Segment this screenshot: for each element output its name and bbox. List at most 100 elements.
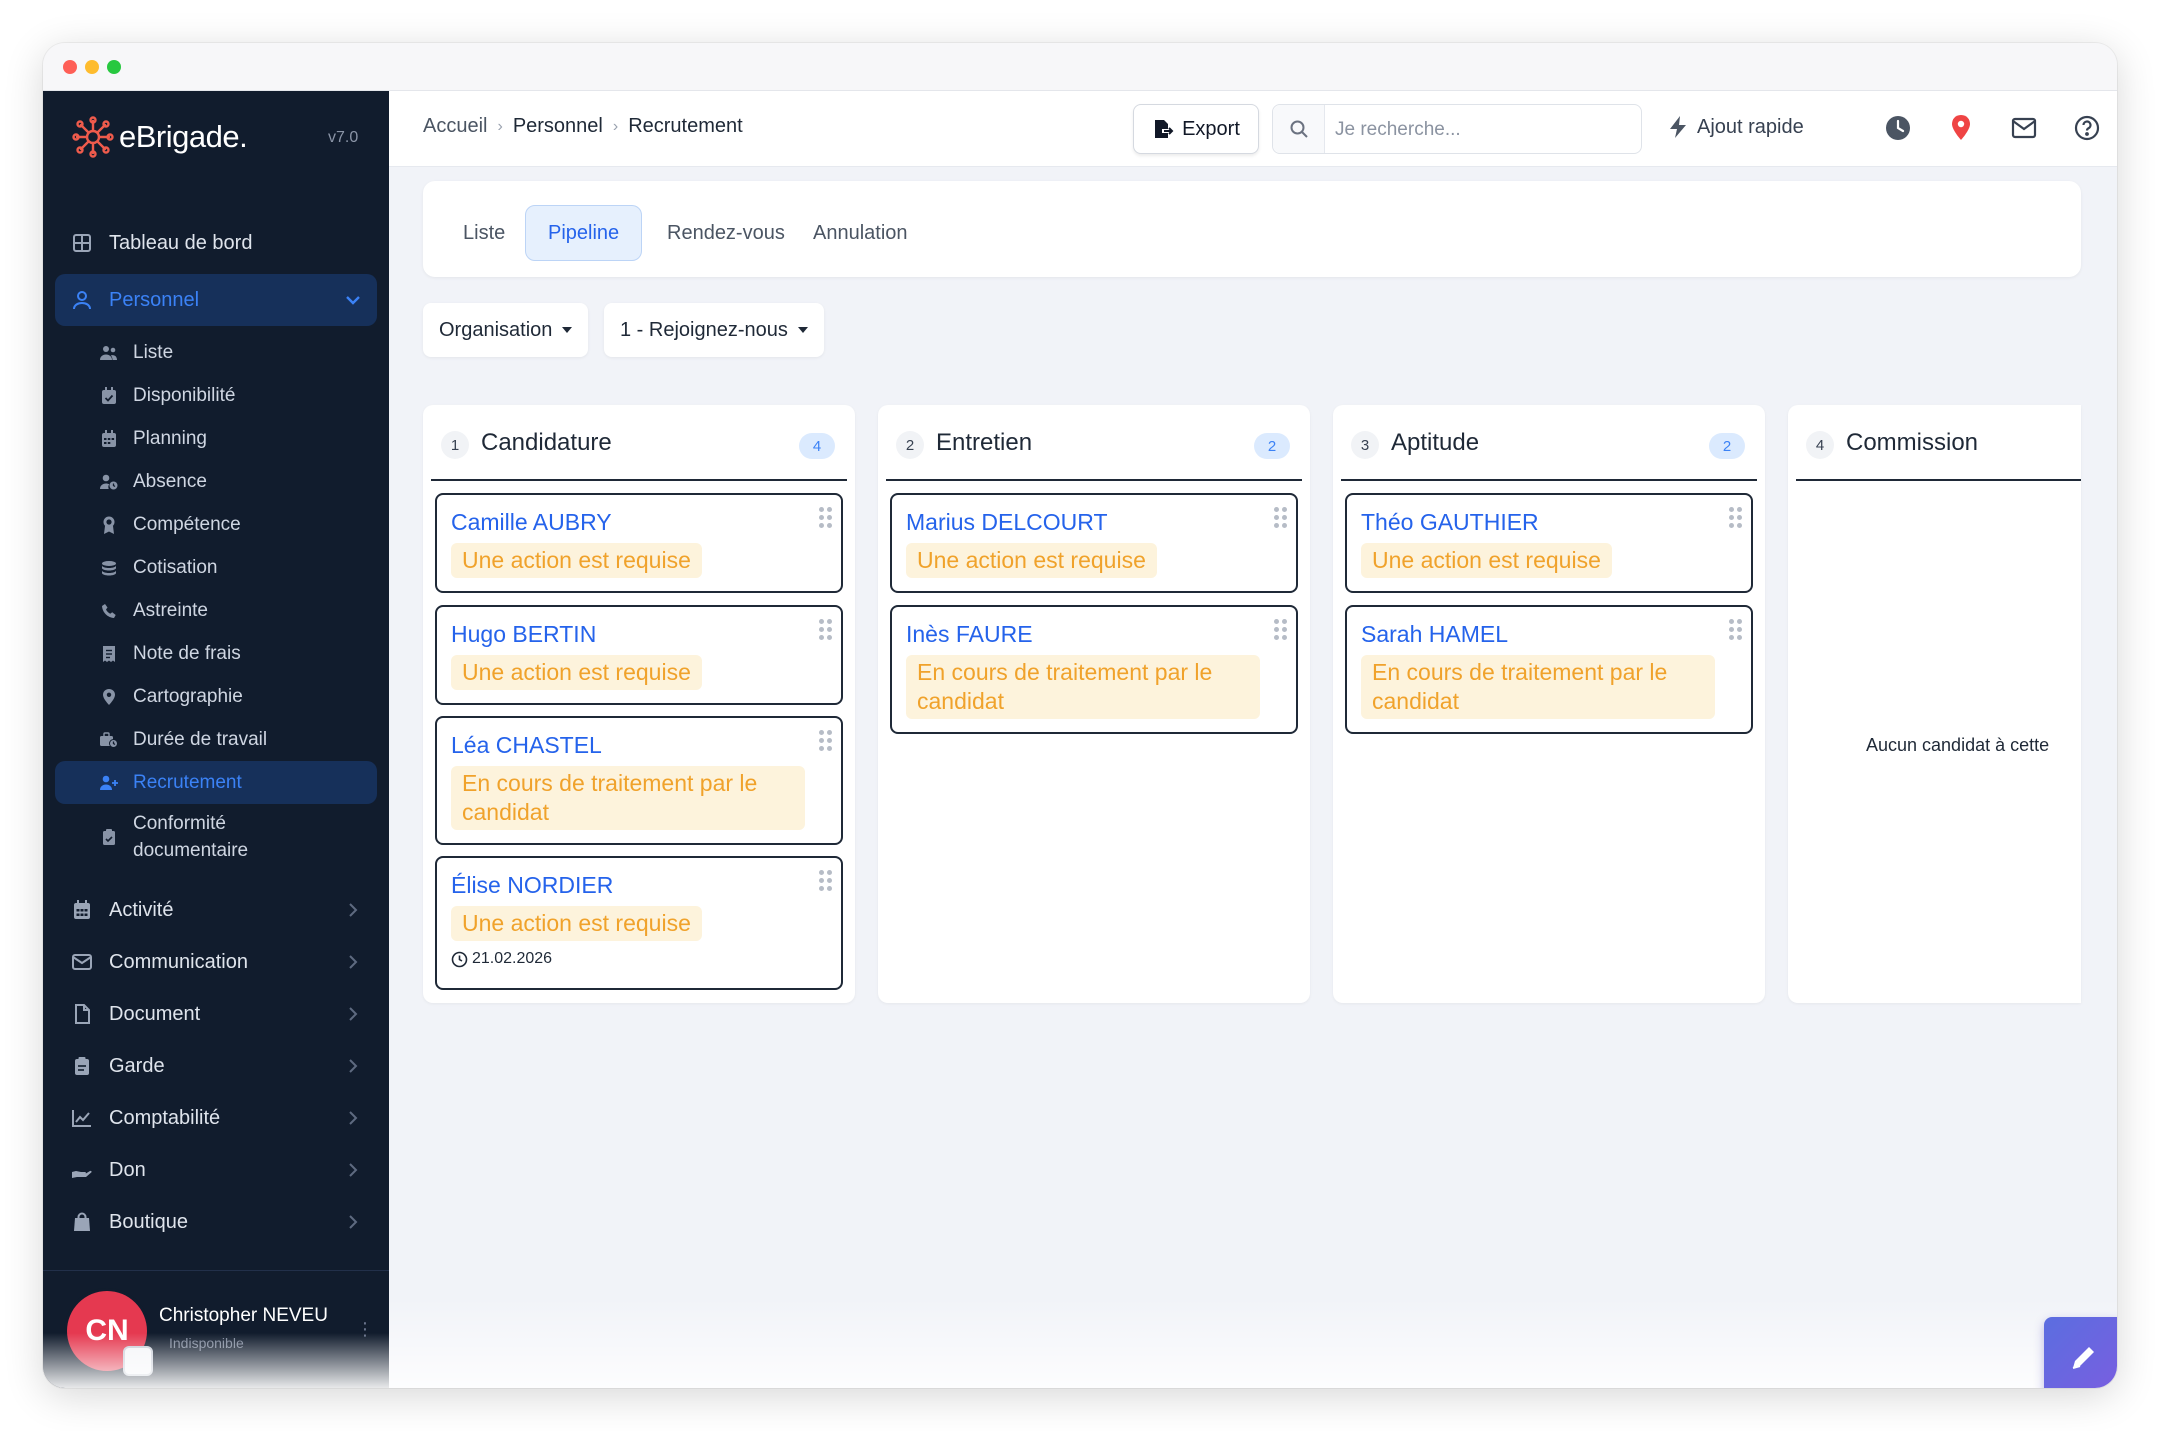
breadcrumb-home[interactable]: Accueil (423, 115, 487, 138)
drag-handle-icon[interactable] (819, 507, 833, 529)
sidebar-item-boutique[interactable]: Boutique (55, 1196, 377, 1248)
sidebar-subitem-competence[interactable]: Compétence (55, 503, 377, 546)
sidebar-subitem-cotisation[interactable]: Cotisation (55, 546, 377, 589)
clipboard-check-icon (99, 827, 119, 847)
sidebar-item-comptabilite[interactable]: Comptabilité (55, 1092, 377, 1144)
pipeline-dropdown-label: 1 - Rejoignez-nous (620, 318, 788, 341)
close-window-button[interactable] (63, 60, 77, 74)
sidebar-subitem-label: Note de frais (133, 642, 241, 664)
organisation-dropdown-label: Organisation (439, 318, 553, 341)
maximize-window-button[interactable] (107, 60, 121, 74)
sidebar-item-label: Document (109, 1002, 201, 1025)
column-number: 3 (1351, 431, 1379, 459)
candidate-card[interactable]: Inès FAURE En cours de traitement par le… (890, 605, 1298, 734)
column-number: 4 (1806, 431, 1834, 459)
sidebar-subitem-liste[interactable]: Liste (55, 331, 377, 374)
clock-icon (451, 951, 468, 967)
sidebar-subitem-disponibilite[interactable]: Disponibilité (55, 374, 377, 417)
candidate-card[interactable]: Marius DELCOURT Une action est requise (890, 493, 1298, 593)
drag-handle-icon[interactable] (1729, 619, 1743, 641)
sidebar-subitem-astreinte[interactable]: Astreinte (55, 589, 377, 632)
envelope-icon[interactable] (2009, 113, 2039, 143)
more-options-icon[interactable]: ⋮ (356, 1319, 374, 1340)
sidebar-item-activite[interactable]: Activité (55, 884, 377, 936)
business-time-icon (99, 730, 119, 750)
clock-icon[interactable] (1883, 113, 1913, 143)
sidebar-item-don[interactable]: Don (55, 1144, 377, 1196)
status-badge: Une action est requise (906, 543, 1157, 578)
candidate-card[interactable]: Sarah HAMEL En cours de traitement par l… (1345, 605, 1753, 734)
candidate-card[interactable]: Camille AUBRY Une action est requise (435, 493, 843, 593)
drag-handle-icon[interactable] (819, 870, 833, 892)
clipboard-icon (71, 1055, 93, 1077)
edit-fab-button[interactable] (2044, 1317, 2117, 1388)
drag-handle-icon[interactable] (1274, 619, 1288, 641)
envelope-icon (71, 951, 93, 973)
app-version: v7.0 (328, 129, 359, 146)
sidebar-nav: Tableau de bord Personnel Liste Disponibi… (55, 217, 377, 1237)
sidebar-subitem-duree-de-travail[interactable]: Durée de travail (55, 718, 377, 761)
tabs-bar: Liste Pipeline Rendez-vous Annulation (423, 181, 2081, 277)
column-title: Commission (1846, 429, 1979, 456)
sidebar-item-communication[interactable]: Communication (55, 936, 377, 988)
breadcrumb-current: Recrutement (628, 115, 743, 137)
tab-liste[interactable]: Liste (441, 205, 527, 261)
search-box (1272, 104, 1642, 154)
candidate-name[interactable]: Sarah HAMEL (1361, 621, 1508, 648)
brand[interactable]: eBrigade. (71, 113, 248, 161)
sidebar-subitem-planning[interactable]: Planning (55, 417, 377, 460)
sidebar-subitem-note-de-frais[interactable]: Note de frais (55, 632, 377, 675)
drag-handle-icon[interactable] (1274, 507, 1288, 529)
search-input[interactable] (1335, 117, 1625, 143)
minimize-window-button[interactable] (85, 60, 99, 74)
drag-handle-icon[interactable] (819, 619, 833, 641)
column-header: 4 Commission (1796, 405, 2081, 481)
sidebar-subitem-cartographie[interactable]: Cartographie (55, 675, 377, 718)
candidate-name[interactable]: Théo GAUTHIER (1361, 509, 1539, 536)
sidebar-subitem-conformite-documentaire[interactable]: Conformité documentaire (55, 804, 377, 870)
user-icon (71, 289, 93, 311)
candidate-name[interactable]: Élise NORDIER (451, 872, 613, 899)
search-icon[interactable] (1273, 105, 1325, 153)
pipeline-column-commission: 4 Commission Aucun candidat à cette (1788, 405, 2081, 1003)
map-pin-icon (99, 687, 119, 707)
candidate-name[interactable]: Marius DELCOURT (906, 509, 1108, 536)
sidebar-subitem-recrutement[interactable]: Recrutement (55, 761, 377, 804)
quick-add-button[interactable]: Ajout rapide (1667, 115, 1804, 139)
candidate-name[interactable]: Léa CHASTEL (451, 732, 602, 759)
tab-pipeline[interactable]: Pipeline (525, 205, 643, 261)
candidate-name[interactable]: Camille AUBRY (451, 509, 612, 536)
chevron-right-icon (343, 1160, 363, 1180)
candidate-card[interactable]: Hugo BERTIN Une action est requise (435, 605, 843, 705)
breadcrumb-separator: › (497, 117, 503, 135)
tab-annulation[interactable]: Annulation (791, 205, 930, 261)
column-title: Candidature (481, 429, 612, 456)
brand-name: eBrigade. (119, 119, 248, 154)
sidebar-subitem-absence[interactable]: Absence (55, 460, 377, 503)
main-content: Liste Pipeline Rendez-vous Annulation Or… (389, 167, 2117, 1388)
pipeline-dropdown[interactable]: 1 - Rejoignez-nous (604, 303, 824, 357)
sidebar-item-document[interactable]: Document (55, 988, 377, 1040)
sidebar-subitem-label: Liste (133, 341, 174, 363)
sidebar-item-garde[interactable]: Garde (55, 1040, 377, 1092)
candidate-card[interactable]: Théo GAUTHIER Une action est requise (1345, 493, 1753, 593)
help-icon[interactable] (2072, 113, 2102, 143)
user-panel[interactable]: CN Christopher NEVEU Indisponible ⋮ (43, 1270, 389, 1388)
candidate-card[interactable]: Léa CHASTEL En cours de traitement par l… (435, 716, 843, 845)
drag-handle-icon[interactable] (1729, 507, 1743, 529)
tab-rendez-vous[interactable]: Rendez-vous (645, 205, 807, 261)
date-text: 21.02.2026 (472, 950, 553, 967)
candidate-name[interactable]: Inès FAURE (906, 621, 1033, 648)
export-button[interactable]: Export (1133, 104, 1259, 154)
sidebar-subitem-label: Durée de travail (133, 728, 268, 750)
candidate-name[interactable]: Hugo BERTIN (451, 621, 596, 648)
status-badge: Une action est requise (451, 906, 702, 941)
candidate-card[interactable]: Élise NORDIER Une action est requise 21.… (435, 856, 843, 990)
organisation-dropdown[interactable]: Organisation (423, 303, 589, 357)
sidebar-item-dashboard[interactable]: Tableau de bord (55, 217, 377, 269)
drag-handle-icon[interactable] (819, 730, 833, 752)
map-pin-icon[interactable] (1946, 113, 1976, 143)
sidebar-item-personnel[interactable]: Personnel (55, 274, 377, 326)
personnel-submenu: Liste Disponibilité Planning Absence Compéte… (55, 331, 377, 870)
breadcrumb-personnel[interactable]: Personnel (513, 115, 603, 138)
